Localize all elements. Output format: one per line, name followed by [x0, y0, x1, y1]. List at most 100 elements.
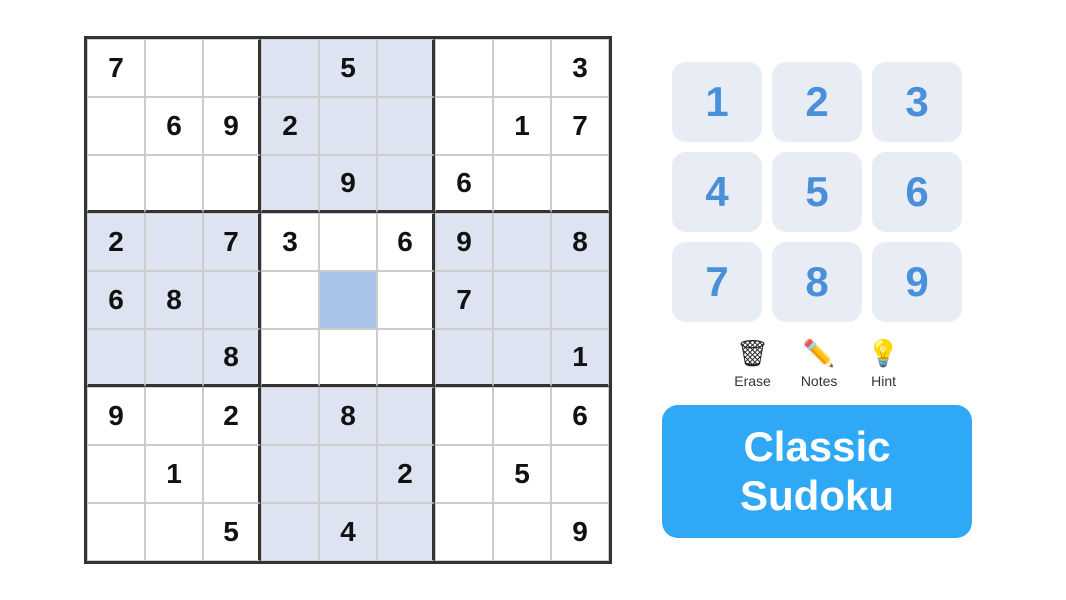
cell[interactable] — [87, 329, 145, 387]
number-button-7[interactable]: 7 — [672, 242, 762, 322]
cell[interactable] — [261, 503, 319, 561]
cell[interactable]: 8 — [203, 329, 261, 387]
cell[interactable] — [493, 271, 551, 329]
cell[interactable] — [87, 155, 145, 213]
cell[interactable]: 6 — [145, 97, 203, 155]
cell-value: 9 — [456, 226, 472, 258]
cell[interactable] — [377, 39, 435, 97]
cell[interactable]: 7 — [435, 271, 493, 329]
cell[interactable] — [435, 329, 493, 387]
number-button-6[interactable]: 6 — [872, 152, 962, 232]
hint-button[interactable]: 💡 Hint — [867, 338, 899, 389]
cell[interactable] — [319, 213, 377, 271]
cell[interactable]: 7 — [551, 97, 609, 155]
cell[interactable]: 7 — [87, 39, 145, 97]
cell[interactable] — [203, 155, 261, 213]
cell[interactable] — [377, 503, 435, 561]
erase-button[interactable]: 🗑 Erase — [734, 338, 771, 389]
cell[interactable] — [319, 329, 377, 387]
cell[interactable] — [493, 39, 551, 97]
cell[interactable]: 2 — [377, 445, 435, 503]
cell[interactable] — [261, 271, 319, 329]
cell[interactable] — [203, 39, 261, 97]
cell[interactable] — [493, 329, 551, 387]
cell[interactable] — [435, 39, 493, 97]
cell[interactable] — [145, 213, 203, 271]
cell[interactable] — [377, 97, 435, 155]
cell[interactable]: 5 — [493, 445, 551, 503]
cell[interactable] — [493, 387, 551, 445]
number-button-3[interactable]: 3 — [872, 62, 962, 142]
cell[interactable]: 9 — [551, 503, 609, 561]
cell[interactable] — [87, 445, 145, 503]
cell[interactable] — [319, 97, 377, 155]
cell[interactable] — [261, 329, 319, 387]
cell[interactable]: 8 — [551, 213, 609, 271]
cell[interactable] — [377, 329, 435, 387]
cell[interactable] — [87, 97, 145, 155]
cell[interactable] — [377, 155, 435, 213]
cell[interactable] — [261, 155, 319, 213]
cell[interactable]: 4 — [319, 503, 377, 561]
cell[interactable]: 9 — [87, 387, 145, 445]
cell-value: 7 — [223, 226, 239, 258]
number-button-4[interactable]: 4 — [672, 152, 762, 232]
cell[interactable] — [145, 39, 203, 97]
cell-value: 8 — [223, 341, 239, 373]
cell[interactable] — [493, 503, 551, 561]
cell[interactable]: 5 — [319, 39, 377, 97]
cell[interactable]: 3 — [261, 213, 319, 271]
cell[interactable] — [319, 271, 377, 329]
cell[interactable] — [261, 387, 319, 445]
cell[interactable] — [145, 329, 203, 387]
cell[interactable]: 6 — [87, 271, 145, 329]
number-button-8[interactable]: 8 — [772, 242, 862, 322]
cell-value: 8 — [572, 226, 588, 258]
cell[interactable]: 3 — [551, 39, 609, 97]
number-button-2[interactable]: 2 — [772, 62, 862, 142]
number-button-1[interactable]: 1 — [672, 62, 762, 142]
cell[interactable] — [319, 445, 377, 503]
cell[interactable]: 2 — [261, 97, 319, 155]
cell[interactable] — [145, 387, 203, 445]
cell[interactable]: 1 — [493, 97, 551, 155]
cell[interactable] — [203, 445, 261, 503]
cell[interactable]: 8 — [319, 387, 377, 445]
cell[interactable]: 6 — [377, 213, 435, 271]
cell[interactable] — [435, 387, 493, 445]
cell[interactable]: 9 — [203, 97, 261, 155]
cell[interactable] — [551, 155, 609, 213]
cell[interactable] — [261, 39, 319, 97]
cell[interactable] — [377, 271, 435, 329]
cell[interactable] — [435, 445, 493, 503]
cell[interactable]: 6 — [551, 387, 609, 445]
cell[interactable] — [203, 271, 261, 329]
number-button-9[interactable]: 9 — [872, 242, 962, 322]
cell-value: 5 — [223, 516, 239, 548]
cell[interactable]: 2 — [203, 387, 261, 445]
cell[interactable] — [493, 155, 551, 213]
cell[interactable] — [493, 213, 551, 271]
cell[interactable] — [435, 503, 493, 561]
cell[interactable]: 9 — [319, 155, 377, 213]
cell[interactable] — [551, 445, 609, 503]
cell[interactable]: 2 — [87, 213, 145, 271]
cell[interactable] — [551, 271, 609, 329]
number-button-5[interactable]: 5 — [772, 152, 862, 232]
cell[interactable]: 7 — [203, 213, 261, 271]
cell[interactable]: 9 — [435, 213, 493, 271]
notes-icon: ✏️ — [803, 338, 835, 369]
cell[interactable]: 8 — [145, 271, 203, 329]
cell[interactable] — [377, 387, 435, 445]
cell[interactable] — [145, 503, 203, 561]
notes-button[interactable]: ✏️ Notes — [801, 338, 838, 389]
cell[interactable] — [87, 503, 145, 561]
cell[interactable]: 1 — [551, 329, 609, 387]
sudoku-grid[interactable]: 7536921796273698687819286125549 — [84, 36, 612, 564]
cell[interactable]: 5 — [203, 503, 261, 561]
cell[interactable]: 1 — [145, 445, 203, 503]
cell[interactable] — [145, 155, 203, 213]
cell[interactable] — [261, 445, 319, 503]
cell[interactable]: 6 — [435, 155, 493, 213]
cell[interactable] — [435, 97, 493, 155]
